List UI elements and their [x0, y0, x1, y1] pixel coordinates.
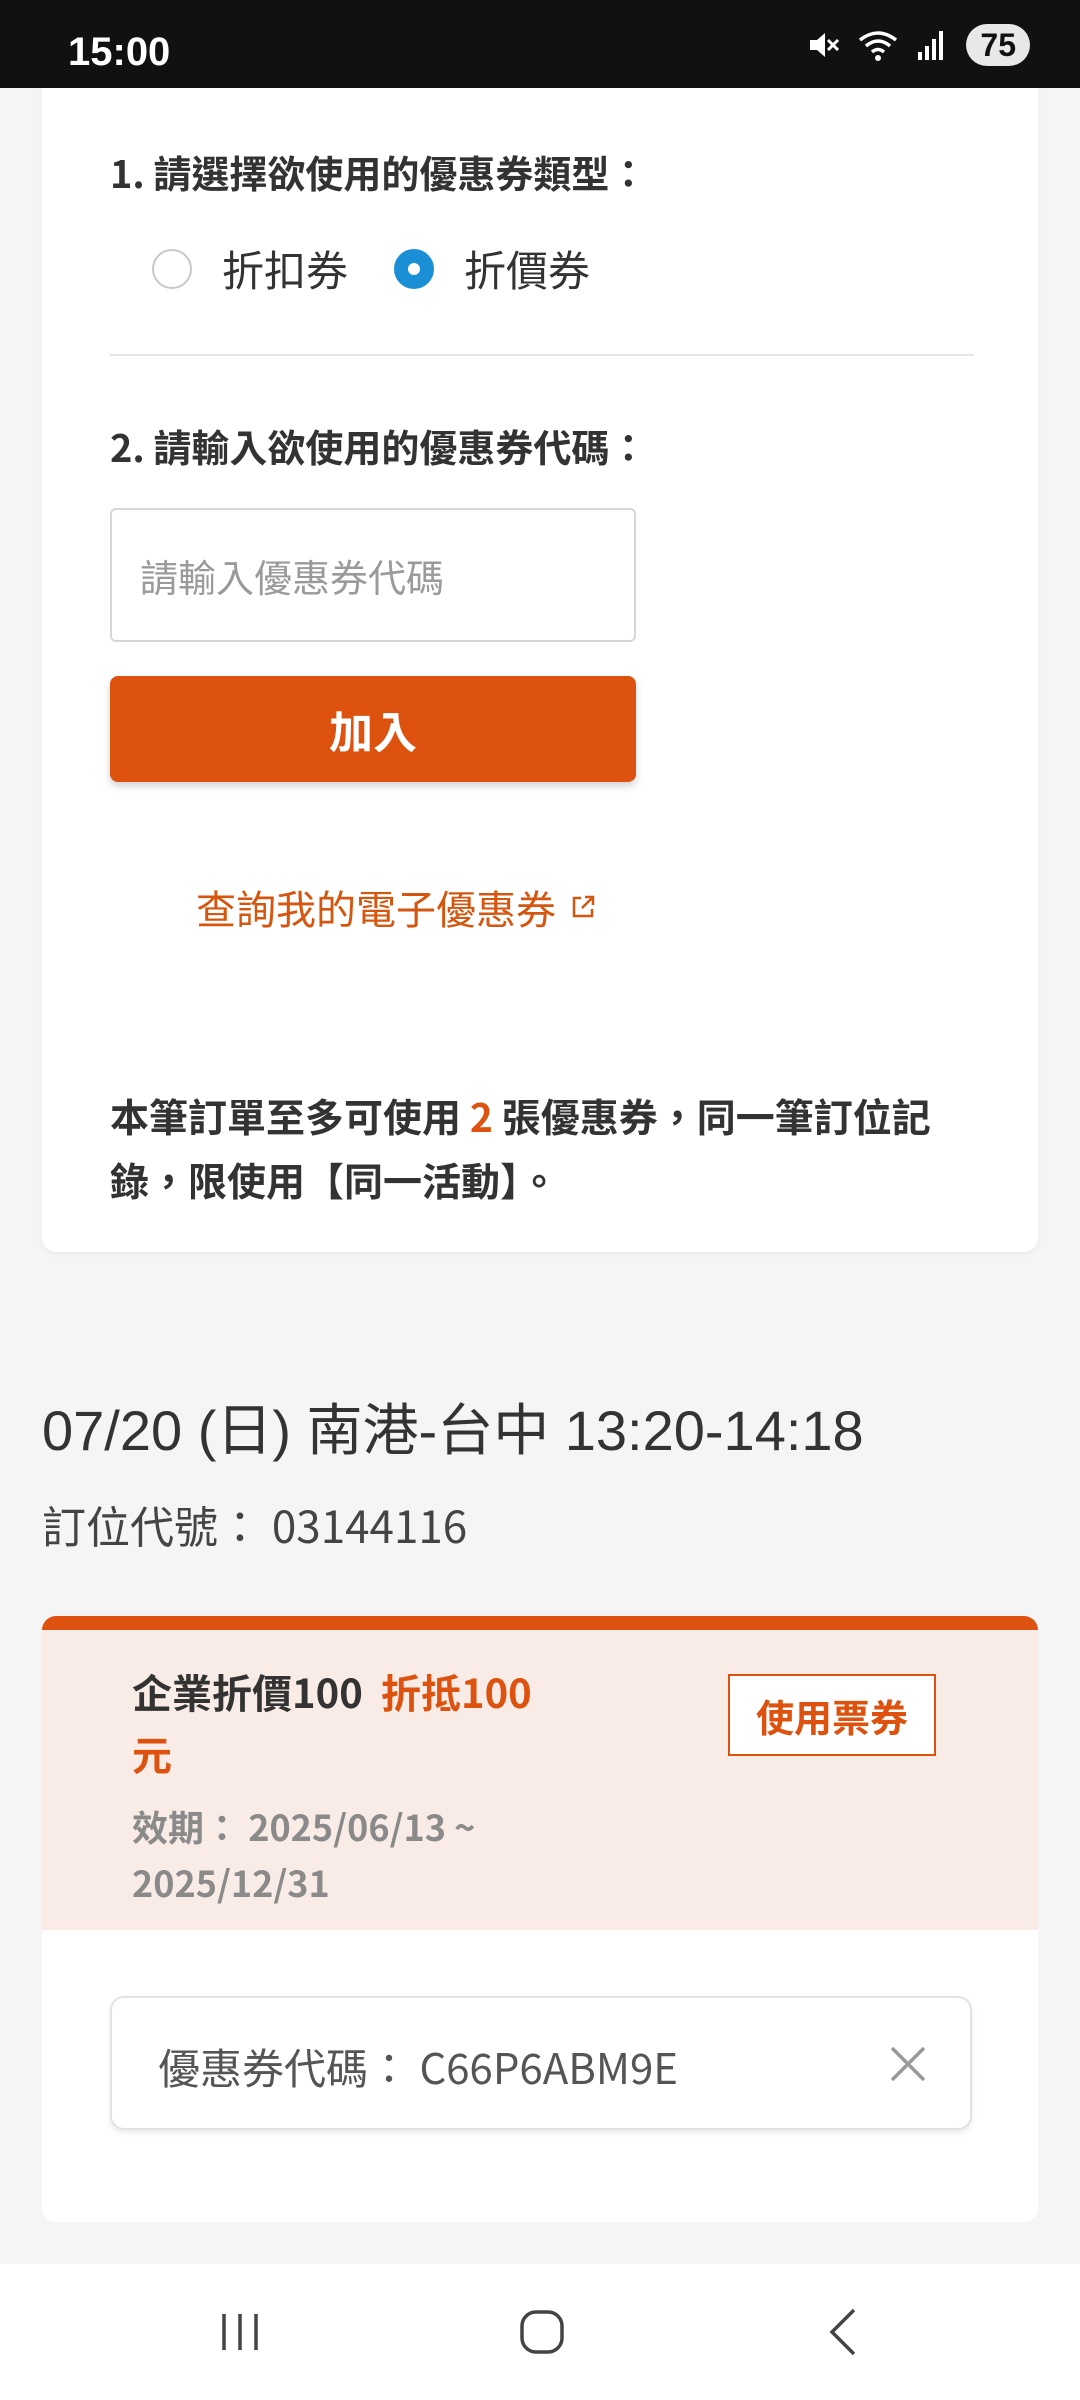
- applied-code-label: 優惠券代碼：: [158, 2036, 411, 2097]
- radio-label-discount-rate[interactable]: 折扣券: [222, 238, 348, 299]
- note-text-1: 本筆訂單至多可使用: [110, 1088, 470, 1144]
- recent-apps-button[interactable]: [200, 2302, 280, 2362]
- coupon-title: 企業折價100 折抵100元: [132, 1660, 552, 1784]
- wifi-icon: [859, 31, 898, 61]
- query-my-coupons-link[interactable]: 查詢我的電子優惠券: [196, 878, 596, 936]
- status-icons: 75: [806, 22, 1030, 68]
- note-count: 2: [469, 1088, 493, 1144]
- validity-end: 2025/12/31: [132, 1856, 330, 1908]
- close-icon[interactable]: [884, 2040, 932, 2088]
- signal-icon: [918, 31, 944, 60]
- radio-discount-rate[interactable]: [152, 248, 192, 289]
- divider: [110, 354, 974, 356]
- validity-separator: ~: [446, 1800, 476, 1852]
- mute-icon: [810, 33, 840, 57]
- step2-title: 2. 請輸入欲使用的優惠券代碼：: [110, 418, 648, 473]
- trip-title: 07/20 (日) 南港-台中 13:20-14:18: [42, 1399, 864, 1462]
- query-link-label: 查詢我的電子優惠券: [196, 878, 556, 936]
- applied-coupon-code: 優惠券代碼： C66P6ABM9E: [110, 1996, 972, 2130]
- status-bar: 15:00 75: [0, 0, 1080, 88]
- coupon-entry-card: 1. 請選擇欲使用的優惠券類型： 折扣券 折價券 2. 請輸入欲使用的優惠券代碼…: [42, 88, 1038, 1252]
- radio-discount-amount[interactable]: [394, 248, 435, 289]
- applied-code-value: C66P6ABM9E: [419, 2036, 679, 2097]
- coupon-card: 企業折價100 折抵100元 效期： 2025/06/13 ~ 2025/12/…: [42, 1616, 1038, 2222]
- back-icon: [829, 2308, 856, 2356]
- radio-label-discount-amount[interactable]: 折價券: [464, 238, 590, 299]
- coupon-card-accent-bar: [42, 1616, 1038, 1630]
- pnr-label: 訂位代號：: [42, 1492, 262, 1556]
- back-button[interactable]: [804, 2302, 884, 2362]
- home-button[interactable]: [502, 2302, 582, 2362]
- coupon-validity: 效期： 2025/06/13 ~ 2025/12/31: [132, 1798, 552, 1910]
- pnr-row: 訂位代號： 03144116: [42, 1492, 467, 1556]
- join-button[interactable]: 加入: [110, 676, 636, 782]
- coupon-info: 企業折價100 折抵100元 效期： 2025/06/13 ~ 2025/12/…: [42, 1630, 1038, 1930]
- status-time: 15:00: [68, 30, 171, 74]
- pnr-value: 03144116: [271, 1492, 468, 1556]
- applied-code-text: 優惠券代碼： C66P6ABM9E: [158, 2036, 678, 2097]
- step1-title: 1. 請選擇欲使用的優惠券類型：: [110, 144, 648, 199]
- coupon-limit-note: 本筆訂單至多可使用 2 張優惠券，同一筆訂位記錄，限使用【同一活動】。: [110, 1084, 990, 1212]
- validity-label: 效期：: [132, 1800, 241, 1852]
- recent-apps-icon: [222, 2314, 258, 2350]
- home-icon: [520, 2310, 564, 2354]
- external-link-icon: [572, 895, 595, 918]
- validity-start: 2025/06/13: [248, 1800, 446, 1852]
- coupon-name: 企業折價100: [132, 1662, 363, 1720]
- use-ticket-button[interactable]: 使用票券: [728, 1674, 936, 1756]
- navigation-bar: [0, 2264, 1080, 2400]
- battery-icon: 75: [966, 24, 1030, 66]
- coupon-type-radio-group: 折扣券 折價券: [152, 238, 636, 299]
- coupon-code-input[interactable]: [110, 508, 636, 642]
